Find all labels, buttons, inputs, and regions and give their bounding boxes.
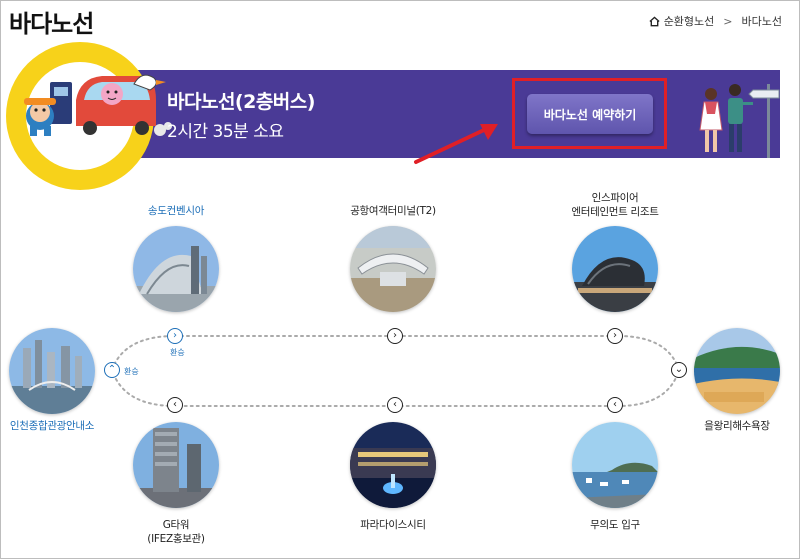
station-muuido[interactable]: 무의도 입구	[565, 422, 665, 532]
breadcrumb-parent[interactable]: 순환형노선	[664, 13, 715, 29]
station-paradise-photo	[350, 422, 436, 508]
route-arrow-left-icon[interactable]: ‹	[607, 397, 623, 413]
banner-duration: 2시간 35분 소요	[167, 122, 284, 142]
breadcrumb-separator: >	[723, 14, 733, 28]
station-eurwangni-label: 을왕리해수욕장	[704, 420, 770, 432]
home-icon[interactable]	[649, 15, 660, 27]
route-arrow-up-icon[interactable]: ⌃	[104, 362, 120, 378]
station-airport-t2[interactable]: 공항여객터미널(T2)	[329, 204, 457, 312]
page-title: 바다노선	[9, 10, 94, 38]
station-airport-t2-photo	[350, 226, 436, 312]
station-inspire-label-2: 엔터테인먼트 리조트	[571, 206, 659, 218]
transfer-label-left: 환승	[124, 367, 139, 376]
station-inspire-photo	[572, 226, 658, 312]
route-arrow-right-icon[interactable]: ›	[387, 328, 403, 344]
station-paradise-label: 파라다이스시티	[360, 519, 426, 531]
breadcrumb: 순환형노선 > 바다노선	[649, 13, 782, 29]
station-gtower-label-1: G타워	[162, 519, 190, 531]
station-gtower-label-2: (IFEZ홍보관)	[147, 533, 205, 545]
station-paradise[interactable]: 파라다이스시티	[343, 422, 443, 532]
travelers-illustration	[699, 84, 780, 158]
station-songdo[interactable]: 송도컨벤시아	[128, 204, 224, 312]
station-gtower-photo	[133, 422, 219, 508]
station-incheon-info[interactable]: 인천종합관광안내소	[0, 328, 104, 433]
banner-title: 바다노선(2층버스)	[167, 91, 315, 113]
station-airport-t2-label: 공항여객터미널(T2)	[350, 205, 436, 217]
station-songdo-label: 송도컨벤시아	[147, 205, 205, 217]
breadcrumb-current: 바다노선	[741, 15, 782, 28]
bus-mascot-illustration	[24, 74, 172, 136]
station-songdo-photo	[133, 226, 219, 312]
station-muuido-label: 무의도 입구	[590, 519, 640, 531]
route-arrow-left-icon[interactable]: ‹	[387, 397, 403, 413]
reserve-button[interactable]: 바다노선 예약하기	[527, 94, 653, 134]
route-arrow-down-icon[interactable]: ⌄	[671, 362, 687, 378]
station-incheon-info-label: 인천종합관광안내소	[9, 420, 95, 432]
station-inspire[interactable]: 인스파이어 엔터테인먼트 리조트	[550, 191, 680, 312]
station-muuido-photo	[572, 422, 658, 508]
station-incheon-info-photo	[9, 328, 95, 414]
transfer-label-top: 환승	[170, 348, 185, 357]
station-eurwangni-photo	[694, 328, 780, 414]
station-inspire-label-1: 인스파이어	[591, 192, 639, 204]
route-map: 송도컨벤시아 공항여객터미널(T2) 인스파이어 엔터테인먼트 리조트 인천종합…	[0, 160, 800, 559]
route-arrow-left-icon[interactable]: ‹	[167, 397, 183, 413]
route-arrow-right-icon[interactable]: ›	[607, 328, 623, 344]
station-eurwangni[interactable]: 을왕리해수욕장	[692, 328, 782, 433]
route-arrow-right-icon[interactable]: ›	[167, 328, 183, 344]
station-gtower[interactable]: G타워 (IFEZ홍보관)	[128, 422, 224, 546]
